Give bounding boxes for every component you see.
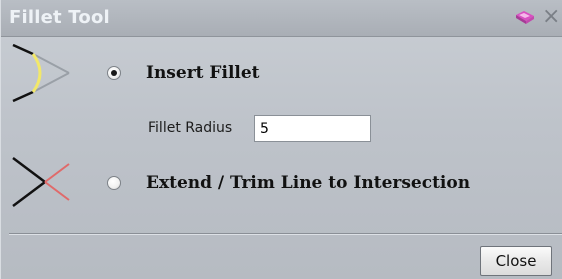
pin-icon[interactable] — [514, 9, 536, 27]
fillet-radius-input[interactable] — [254, 115, 371, 142]
close-button[interactable]: Close — [480, 246, 552, 276]
close-icon[interactable]: × — [542, 5, 560, 29]
trim-intersection-icon — [11, 152, 81, 212]
fillet-tool-dialog: Fillet Tool × Insert Fillet Fillet Radiu… — [0, 0, 562, 279]
insert-fillet-label[interactable]: Insert Fillet — [146, 63, 260, 83]
extend-trim-label[interactable]: Extend / Trim Line to Intersection — [146, 173, 470, 193]
extend-trim-radio[interactable] — [107, 176, 121, 190]
window-title: Fillet Tool — [9, 7, 110, 28]
insert-fillet-radio[interactable] — [107, 66, 121, 80]
fillet-corner-icon — [7, 43, 77, 104]
title-bar[interactable]: Fillet Tool × — [1, 0, 562, 37]
radio-selected-dot — [111, 70, 117, 76]
fillet-radius-label: Fillet Radius — [148, 120, 233, 136]
divider — [9, 233, 562, 235]
